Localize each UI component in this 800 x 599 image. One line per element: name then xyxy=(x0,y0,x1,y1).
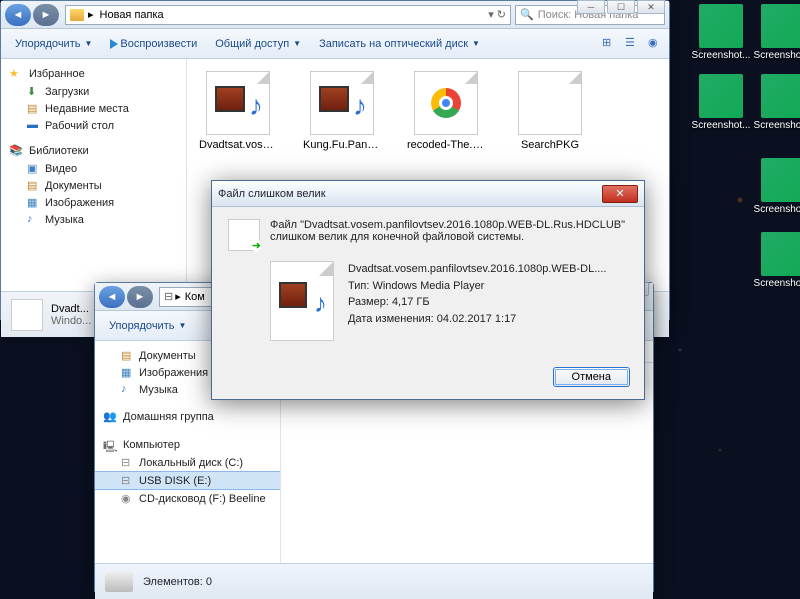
sidebar-item-cddrive[interactable]: ◉CD-дисковод (F:) Beeline xyxy=(95,490,280,507)
close-button[interactable]: ✕ xyxy=(637,0,665,14)
titlebar: ◄ ► ▸ Новая папка ▾ ↻ 🔍 Поиск: Новая пап… xyxy=(1,1,669,29)
desktop-icon[interactable]: Screenshot... xyxy=(752,74,800,131)
window-controls: ─ ☐ ✕ xyxy=(577,0,665,14)
file-item[interactable]: ♪ Dvadtsat.vosem. xyxy=(199,71,277,151)
sidebar-item-downloads[interactable]: ⬇Загрузки xyxy=(1,83,186,100)
status-text: Элементов: 0 xyxy=(143,576,212,588)
sidebar-computer[interactable]: 🖳Компьютер xyxy=(95,436,280,454)
address-text: Новая папка xyxy=(100,9,164,21)
file-item[interactable]: SearchPKG xyxy=(511,71,589,151)
folder-icon xyxy=(70,9,84,21)
play-button[interactable]: Воспроизвести xyxy=(102,35,205,53)
desktop-icon[interactable]: Screenshot... xyxy=(690,4,752,61)
status-bar: Элементов: 0 xyxy=(95,563,653,599)
desktop-icon[interactable]: Screenshot... xyxy=(690,74,752,131)
sidebar-item-recent[interactable]: ▤Недавние места xyxy=(1,100,186,117)
back-button[interactable]: ◄ xyxy=(99,286,125,308)
details-type: Windo... xyxy=(51,315,91,327)
file-item[interactable]: recoded-The.Ho xyxy=(407,71,485,151)
dialog-titlebar: Файл слишком велик ✕ xyxy=(212,181,644,207)
desktop-icon[interactable]: Screenshot... xyxy=(752,232,800,289)
details-name: Dvadt... xyxy=(51,303,91,315)
sidebar-item-video[interactable]: ▣Видео xyxy=(1,160,186,177)
desktop-icon[interactable]: Screenshot... xyxy=(752,158,800,215)
sidebar-homegroup[interactable]: 👥Домашняя группа xyxy=(95,408,280,426)
sidebar-item-documents[interactable]: ▤Документы xyxy=(1,177,186,194)
close-button[interactable]: ✕ xyxy=(602,185,638,203)
sidebar-item-desktop[interactable]: ▬Рабочий стол xyxy=(1,117,186,134)
view-icon[interactable]: ⊞ xyxy=(602,36,617,51)
help-icon[interactable]: ◉ xyxy=(648,36,663,51)
sidebar-item-images[interactable]: ▦Изображения xyxy=(1,194,186,211)
back-button[interactable]: ◄ xyxy=(5,4,31,26)
sidebar-item-localdisk[interactable]: ⊟Локальный диск (C:) xyxy=(95,454,280,471)
sidebar: ★Избранное ⬇Загрузки ▤Недавние места ▬Ра… xyxy=(1,59,187,291)
share-button[interactable]: Общий доступ▼ xyxy=(207,35,309,53)
file-item[interactable]: ♪ Kung.Fu.Panda.3. xyxy=(303,71,381,151)
file-metadata: Dvadtsat.vosem.panfilovtsev.2016.1080p.W… xyxy=(348,261,606,341)
dialog-title: Файл слишком велик xyxy=(218,188,326,200)
maximize-button[interactable]: ☐ xyxy=(607,0,635,14)
burn-button[interactable]: Записать на оптический диск▼ xyxy=(311,35,488,53)
file-type-icon: ♪ xyxy=(270,261,334,341)
play-icon xyxy=(110,39,118,49)
dialog-message: Файл "Dvadtsat.vosem.panfilovtsev.2016.1… xyxy=(270,219,628,251)
forward-button[interactable]: ► xyxy=(33,4,59,26)
sidebar-item-music[interactable]: ♪Музыка xyxy=(1,211,186,228)
file-icon xyxy=(11,299,43,331)
address-bar[interactable]: ▸ Новая папка ▾ ↻ xyxy=(65,5,511,25)
forward-button[interactable]: ► xyxy=(127,286,153,308)
sidebar-item-usbdisk[interactable]: ⊟USB DISK (E:) xyxy=(95,471,280,490)
address-bar[interactable]: ⊟ ▸ Ком xyxy=(159,287,215,307)
toolbar: Упорядочить▼ Воспроизвести Общий доступ▼… xyxy=(1,29,669,59)
desktop-icon[interactable]: Screenshot... xyxy=(752,4,800,61)
copy-icon xyxy=(228,219,260,251)
minimize-button[interactable]: ─ xyxy=(577,0,605,14)
sidebar-favorites[interactable]: ★Избранное xyxy=(1,65,186,83)
cancel-button[interactable]: Отмена xyxy=(553,367,630,387)
organize-button[interactable]: Упорядочить▼ xyxy=(7,35,100,53)
error-dialog: Файл слишком велик ✕ Файл "Dvadtsat.vose… xyxy=(211,180,645,400)
sidebar-libraries[interactable]: 📚Библиотеки xyxy=(1,142,186,160)
preview-icon[interactable]: ☰ xyxy=(625,36,640,51)
drive-icon xyxy=(105,572,133,592)
organize-button[interactable]: Упорядочить▼ xyxy=(101,317,194,335)
